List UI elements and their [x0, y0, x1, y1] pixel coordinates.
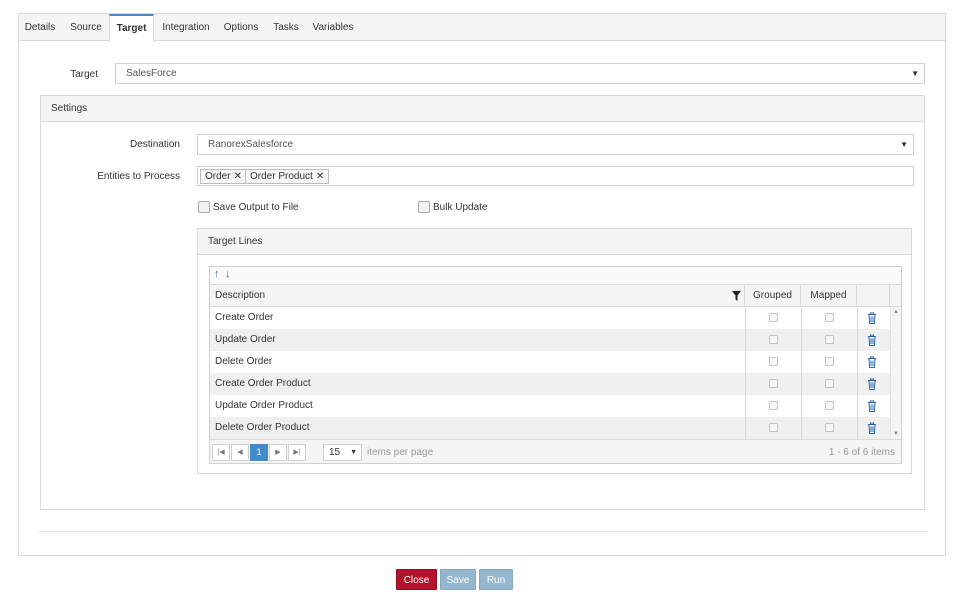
entity-tag-label: Order — [205, 171, 231, 182]
trash-icon[interactable] — [867, 378, 877, 390]
main-panel: Details Source Target Integration Option… — [18, 13, 946, 556]
tab-tasks[interactable]: Tasks — [267, 14, 305, 41]
row-description: Update Order Product — [215, 400, 313, 411]
trash-icon[interactable] — [867, 422, 877, 434]
row-description: Create Order Product — [215, 378, 311, 389]
chevron-down-icon: ▼ — [350, 449, 357, 456]
pager-summary: 1 - 6 of 6 items — [828, 447, 895, 458]
chevron-down-icon: ▼ — [911, 69, 919, 78]
grouped-checkbox[interactable] — [769, 335, 778, 344]
destination-select[interactable]: RanorexSalesforce ▼ — [197, 134, 914, 155]
tab-details[interactable]: Details — [19, 14, 61, 41]
table-row[interactable]: Create Order Product — [210, 373, 890, 395]
tab-options[interactable]: Options — [218, 14, 264, 41]
page-size-select[interactable]: 15 ▼ — [323, 444, 362, 461]
tab-bar: Details Source Target Integration Option… — [19, 14, 945, 42]
grouped-checkbox[interactable] — [769, 313, 778, 322]
table-row[interactable]: Delete Order Product — [210, 417, 890, 439]
table-row[interactable]: Delete Order — [210, 351, 890, 373]
destination-label: Destination — [129, 139, 180, 150]
mapped-checkbox[interactable] — [825, 379, 834, 388]
grid-header: Description Grouped Mapped — [210, 285, 901, 307]
entity-tag-label: Order Product — [250, 171, 313, 182]
bulk-update-checkbox[interactable] — [418, 201, 430, 213]
current-page-button[interactable]: 1 — [250, 444, 268, 461]
run-button[interactable]: Run — [479, 569, 513, 590]
next-page-button[interactable]: ▶ — [269, 444, 287, 461]
vertical-scrollbar[interactable]: ▲ ▼ — [890, 307, 901, 439]
remove-tag-icon[interactable]: ✕ — [316, 171, 324, 182]
column-header-mapped[interactable]: Mapped — [801, 285, 857, 306]
column-header-description[interactable]: Description — [210, 285, 745, 306]
grouped-checkbox[interactable] — [769, 379, 778, 388]
scroll-up-icon[interactable]: ▲ — [893, 309, 899, 315]
tab-variables[interactable]: Variables — [308, 14, 358, 41]
items-per-page-label: items per page — [367, 447, 434, 458]
column-header-label: Description — [215, 290, 266, 301]
trash-icon[interactable] — [867, 312, 877, 324]
target-lines-title: Target Lines — [198, 229, 911, 255]
grid-pager: |◀ ◀ 1 ▶ ▶| 15 ▼ items per page 1 - 6 of… — [210, 439, 901, 463]
grouped-checkbox[interactable] — [769, 423, 778, 432]
move-down-icon[interactable]: ↓ — [225, 268, 231, 280]
mapped-checkbox[interactable] — [825, 423, 834, 432]
save-output-checkbox[interactable] — [198, 201, 210, 213]
entities-label: Entities to Process — [97, 171, 180, 182]
table-row[interactable]: Update Order — [210, 329, 890, 351]
column-header-actions — [857, 285, 890, 306]
row-description: Update Order — [215, 334, 276, 345]
row-description: Create Order — [215, 312, 274, 323]
bulk-update-label: Bulk Update — [433, 202, 488, 213]
first-page-button[interactable]: |◀ — [212, 444, 230, 461]
tab-source[interactable]: Source — [63, 14, 109, 41]
tab-target[interactable]: Target — [109, 14, 154, 42]
grid-toolbar: ↑ ↓ — [210, 267, 901, 285]
grouped-checkbox[interactable] — [769, 357, 778, 366]
mapped-checkbox[interactable] — [825, 401, 834, 410]
column-divider — [857, 307, 858, 439]
prev-page-button[interactable]: ◀ — [231, 444, 249, 461]
entity-tag-order: Order ✕ — [200, 169, 247, 184]
target-select[interactable]: SalesForce ▼ — [115, 63, 925, 84]
close-button[interactable]: Close — [396, 569, 437, 590]
mapped-checkbox[interactable] — [825, 357, 834, 366]
table-row[interactable]: Create Order — [210, 307, 890, 329]
trash-icon[interactable] — [867, 356, 877, 368]
remove-tag-icon[interactable]: ✕ — [234, 171, 242, 182]
tab-integration[interactable]: Integration — [156, 14, 216, 41]
trash-icon[interactable] — [867, 400, 877, 412]
move-up-icon[interactable]: ↑ — [214, 268, 220, 280]
target-label: Target — [70, 69, 98, 80]
target-lines-panel: Target Lines ↑ ↓ Description Grouped Map… — [197, 228, 912, 474]
destination-select-value: RanorexSalesforce — [208, 139, 294, 150]
scroll-down-icon[interactable]: ▼ — [893, 431, 899, 437]
save-output-label: Save Output to File — [213, 202, 299, 213]
save-button[interactable]: Save — [440, 569, 476, 590]
chevron-down-icon: ▼ — [900, 140, 908, 149]
divider — [38, 531, 928, 532]
column-divider — [801, 307, 802, 439]
mapped-checkbox[interactable] — [825, 335, 834, 344]
row-description: Delete Order — [215, 356, 273, 367]
trash-icon[interactable] — [867, 334, 877, 346]
row-description: Delete Order Product — [215, 422, 310, 433]
mapped-checkbox[interactable] — [825, 313, 834, 322]
table-row[interactable]: Update Order Product — [210, 395, 890, 417]
filter-icon[interactable] — [732, 291, 741, 301]
page-size-value: 15 — [329, 447, 341, 458]
target-lines-grid: ↑ ↓ Description Grouped Mapped Create Or… — [209, 266, 902, 464]
target-select-value: SalesForce — [126, 68, 177, 79]
grouped-checkbox[interactable] — [769, 401, 778, 410]
settings-title: Settings — [41, 96, 924, 122]
entities-multiselect[interactable]: Order ✕ Order Product ✕ — [197, 166, 914, 186]
entity-tag-order-product: Order Product ✕ — [245, 169, 330, 184]
column-header-grouped[interactable]: Grouped — [745, 285, 801, 306]
last-page-button[interactable]: ▶| — [288, 444, 306, 461]
column-divider — [745, 307, 746, 439]
